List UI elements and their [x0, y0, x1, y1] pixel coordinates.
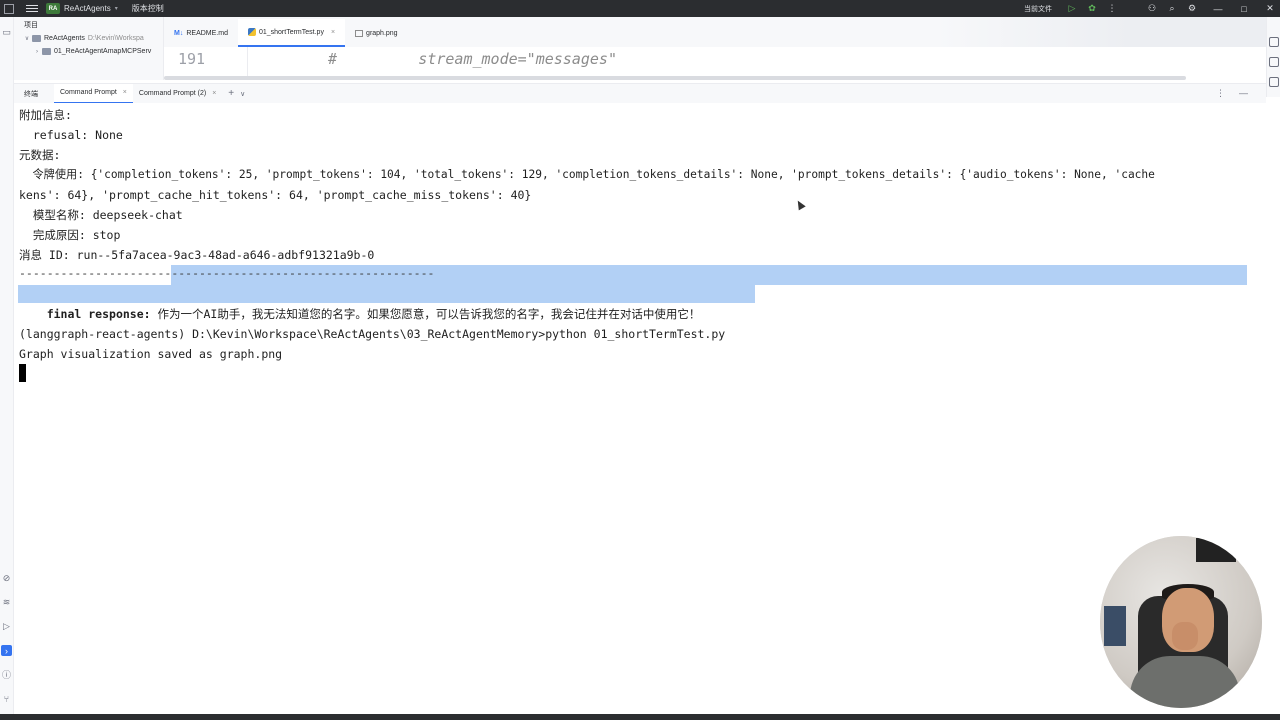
window-icon: [4, 3, 14, 14]
search-icon[interactable]: ⌕: [1162, 0, 1182, 17]
more-icon[interactable]: ⋮: [1216, 88, 1225, 99]
tab-label: Command Prompt: [60, 89, 117, 96]
code-line[interactable]: # stream_mode="messages": [328, 50, 617, 68]
chevron-down-icon[interactable]: ▾: [115, 5, 118, 12]
terminal-line: 令牌使用: {'completion_tokens': 25, 'prompt_…: [19, 168, 1155, 181]
left-tool-strip: ▭ ⊘ ≋ ▷ › ⓘ ⑂: [0, 17, 14, 720]
terminal-separator: ----------------------------------------…: [19, 266, 435, 280]
tree-item-label: ReActAgents: [44, 35, 85, 42]
run-tool-icon[interactable]: ▷: [1, 621, 12, 632]
tab-label: graph.png: [366, 29, 398, 37]
webcam-shelf: [1196, 538, 1236, 562]
final-response-label: final response:: [46, 307, 151, 321]
terminal-tab-bar: 终端 Command Prompt × Command Prompt (2) ×…: [14, 83, 1266, 104]
close-tab-icon[interactable]: ×: [123, 89, 127, 96]
project-panel: 项目 ∨ ReActAgents D:\Kevin\Workspa › 01_R…: [14, 17, 164, 80]
close-tab-icon[interactable]: ×: [331, 29, 335, 36]
tab-short-term-test[interactable]: 01_shortTermTest.py ×: [237, 19, 346, 47]
more-icon[interactable]: ⋮: [1102, 0, 1122, 17]
maximize-icon[interactable]: □: [1234, 0, 1254, 17]
python-packages-icon[interactable]: ⊘: [1, 573, 12, 584]
project-logo-icon: RA: [46, 3, 60, 14]
tab-label: README.md: [186, 29, 228, 37]
project-selector[interactable]: ReActAgents: [64, 4, 111, 13]
tab-graph-png[interactable]: graph.png: [345, 19, 408, 47]
terminal-output[interactable]: 附加信息: refusal: None 元数据: 令牌使用: {'complet…: [14, 103, 1266, 715]
debug-icon[interactable]: ✿: [1082, 0, 1102, 17]
webcam-overlay: [1100, 536, 1262, 708]
tree-item-child[interactable]: › 01_ReActAgentAmapMCPServ: [14, 45, 163, 58]
terminal-line: 消息 ID: run--5fa7acea-9ac3-48ad-a646-adbf…: [19, 248, 375, 262]
final-response-text: 作为一个AI助手，我无法知道您的名字。如果您愿意，可以告诉我您的名字，我会记住并…: [150, 307, 701, 321]
database-icon[interactable]: [1269, 77, 1279, 87]
taskbar-edge: [0, 714, 1280, 720]
run-icon[interactable]: ▷: [1062, 0, 1082, 17]
tab-command-prompt[interactable]: Command Prompt ×: [54, 83, 133, 104]
run-config-selector[interactable]: 当前文件: [1024, 4, 1052, 14]
notifications-icon[interactable]: [1269, 37, 1279, 47]
terminal-cursor: [19, 364, 26, 382]
problems-icon[interactable]: ⓘ: [1, 669, 12, 680]
terminal-line: refusal: None: [19, 128, 123, 142]
terminal-tool-icon[interactable]: ›: [1, 645, 12, 656]
tree-item-path: D:\Kevin\Workspa: [87, 35, 144, 42]
ai-assistant-icon[interactable]: [1269, 57, 1279, 67]
settings-icon[interactable]: ⚙: [1182, 0, 1202, 17]
layers-icon[interactable]: ≋: [1, 597, 12, 608]
line-number: 191: [178, 50, 206, 68]
folder-icon: [32, 35, 41, 42]
menu-icon[interactable]: [26, 5, 38, 12]
hide-panel-icon[interactable]: —: [1239, 88, 1248, 99]
new-terminal-button[interactable]: +: [228, 88, 234, 99]
mouse-pointer-icon: [794, 198, 806, 211]
code-editor[interactable]: 191 # stream_mode="messages": [164, 47, 1266, 80]
right-tool-strip: [1266, 17, 1280, 97]
horizontal-scrollbar[interactable]: [164, 76, 1186, 80]
terminal-line: 附加信息:: [19, 108, 72, 122]
watermark-area: [936, 17, 1266, 47]
git-icon[interactable]: ⑂: [1, 693, 12, 704]
project-tool-icon[interactable]: ▭: [1, 27, 12, 38]
tab-label: 01_shortTermTest.py: [258, 28, 324, 36]
chevron-down-icon[interactable]: ∨: [22, 35, 32, 42]
close-tab-icon[interactable]: ×: [212, 90, 216, 97]
chevron-right-icon[interactable]: ›: [32, 49, 42, 55]
python-file-icon: [247, 28, 256, 36]
terminal-line: 模型名称: deepseek-chat: [19, 208, 183, 222]
terminal-line: 完成原因: stop: [19, 228, 121, 242]
title-bar: RA ReActAgents ▾ 版本控制 当前文件 ▷ ✿ ⋮ ⚇ ⌕ ⚙ —…: [0, 0, 1280, 17]
markdown-icon: M↓: [174, 29, 184, 37]
final-response-line: final response: 作为一个AI助手，我无法知道您的名字。如果您愿意…: [19, 284, 701, 321]
chevron-down-icon[interactable]: ∨: [240, 90, 245, 98]
terminal-command-line: (langgraph-react-agents) D:\Kevin\Worksp…: [19, 327, 726, 341]
vcs-menu[interactable]: 版本控制: [132, 3, 164, 14]
minimize-icon[interactable]: —: [1208, 0, 1228, 17]
webcam-person-shirt: [1130, 656, 1240, 708]
image-file-icon: [355, 29, 364, 37]
project-panel-title: 项目: [24, 21, 38, 29]
terminal-line: 元数据:: [19, 148, 61, 162]
tree-item-root[interactable]: ∨ ReActAgents D:\Kevin\Workspa: [14, 32, 163, 45]
add-user-icon[interactable]: ⚇: [1142, 0, 1162, 17]
webcam-person-hand: [1172, 622, 1198, 650]
editor-tab-bar: M↓ README.md 01_shortTermTest.py × graph…: [164, 17, 1266, 47]
webcam-poster: [1104, 606, 1126, 646]
terminal-title: 终端: [24, 90, 38, 98]
close-icon[interactable]: ✕: [1260, 0, 1280, 17]
tab-readme[interactable]: M↓ README.md: [164, 19, 238, 47]
folder-icon: [42, 48, 51, 55]
tab-label: Command Prompt (2): [138, 90, 207, 97]
terminal-line: kens': 64}, 'prompt_cache_hit_tokens': 6…: [19, 188, 532, 202]
terminal-line: Graph visualization saved as graph.png: [19, 347, 283, 361]
tree-item-label: 01_ReActAgentAmapMCPServ: [54, 48, 152, 55]
tab-command-prompt-2[interactable]: Command Prompt (2) ×: [133, 84, 222, 104]
